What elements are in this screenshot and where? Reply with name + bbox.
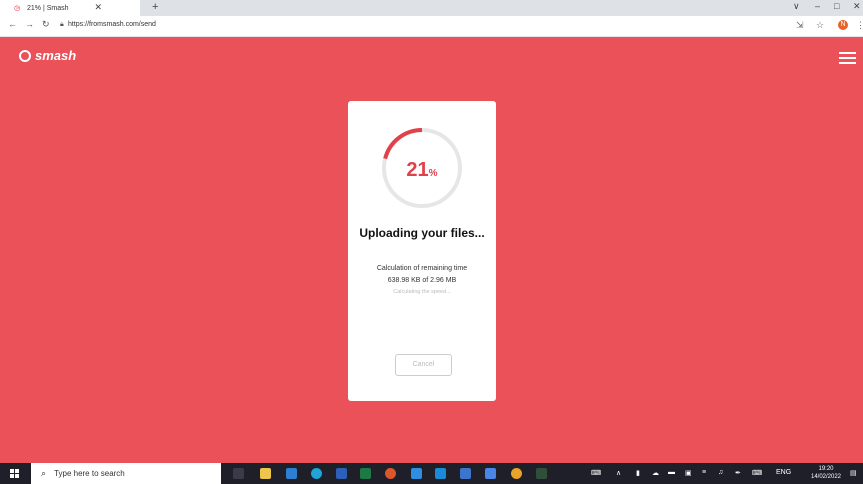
upload-title: Uploading your files... bbox=[348, 227, 496, 240]
notifications-icon[interactable]: ▤ bbox=[850, 469, 857, 477]
keyboard-icon[interactable]: ⌨ bbox=[591, 469, 601, 477]
smash-app: smash 21% Uploading your files... Calcul… bbox=[0, 37, 863, 463]
browser-menu-icon[interactable]: ⋮ bbox=[856, 20, 863, 31]
powerpoint-icon[interactable] bbox=[385, 468, 396, 479]
excel-icon[interactable] bbox=[360, 468, 371, 479]
window-close-icon[interactable]: ✕ bbox=[853, 1, 861, 12]
zoom-icon[interactable] bbox=[485, 468, 496, 479]
windows-taskbar: ⌕ Type here to search ⌨ ∧ ▮ ☁ ▬ ▣ ≡ ♫ ✒ … bbox=[0, 463, 863, 484]
tab-title: 21% | Smash bbox=[27, 4, 69, 12]
touch-keyboard-icon[interactable]: ⌨ bbox=[752, 469, 762, 477]
file-explorer-icon[interactable] bbox=[260, 468, 271, 479]
tab-search-chevron-icon[interactable]: ∨ bbox=[793, 1, 800, 12]
clock-date: 14/02/2022 bbox=[810, 474, 842, 480]
chrome-icon[interactable] bbox=[511, 468, 522, 479]
display-icon[interactable]: ▣ bbox=[685, 469, 692, 477]
task-view-icon[interactable] bbox=[233, 468, 244, 479]
logo-text: smash bbox=[35, 48, 77, 63]
cloud-icon[interactable]: ☁ bbox=[652, 469, 659, 477]
minimize-icon[interactable]: – bbox=[815, 1, 820, 11]
address-bar: ← → ↻ 🔒︎ https://fromsmash.com/send ⇲ ☆ … bbox=[0, 16, 863, 37]
share-icon[interactable]: ⇲ bbox=[796, 20, 804, 31]
browser-tab[interactable]: ⧁ 21% | Smash ✕ bbox=[0, 0, 140, 16]
forward-icon[interactable]: → bbox=[25, 19, 34, 29]
remaining-time-label: Calculation of remaining time bbox=[376, 265, 468, 272]
network-icon[interactable]: ≡ bbox=[702, 469, 706, 476]
smash-favicon-icon: ⧁ bbox=[14, 3, 21, 13]
calculator-icon[interactable] bbox=[460, 468, 471, 479]
search-icon: ⌕ bbox=[41, 468, 47, 478]
upload-card: 21% Uploading your files... Calculation … bbox=[348, 101, 496, 401]
language-indicator[interactable]: ENG bbox=[776, 469, 791, 476]
volume-icon[interactable]: ♫ bbox=[718, 469, 723, 476]
close-tab-icon[interactable]: ✕ bbox=[94, 2, 102, 13]
tray-chevron-up-icon[interactable]: ∧ bbox=[616, 469, 621, 477]
lock-icon: 🔒︎ bbox=[60, 21, 64, 28]
clock-time: 19:20 bbox=[818, 466, 834, 472]
speed-status: Calculating the speed... bbox=[393, 289, 451, 295]
pen-icon[interactable]: ✒ bbox=[735, 469, 741, 477]
reload-icon[interactable]: ↻ bbox=[42, 19, 50, 30]
size-progress: 638.98 KB of 2.96 MB bbox=[387, 277, 457, 284]
profile-avatar[interactable]: N bbox=[838, 20, 848, 30]
store-icon[interactable] bbox=[435, 468, 446, 479]
url-field[interactable]: https://fromsmash.com/send bbox=[68, 21, 156, 28]
app-icon[interactable] bbox=[536, 468, 547, 479]
onedrive-icon[interactable] bbox=[411, 468, 422, 479]
bookmark-star-icon[interactable]: ☆ bbox=[816, 20, 824, 31]
progress-percent: 21% bbox=[348, 159, 496, 182]
progress-percent-value: 21 bbox=[406, 159, 429, 181]
restore-icon[interactable]: □ bbox=[834, 1, 839, 11]
taskbar-search[interactable]: ⌕ Type here to search bbox=[31, 463, 221, 484]
smash-logo[interactable]: smash bbox=[19, 48, 76, 63]
progress-percent-symbol: % bbox=[428, 168, 438, 179]
taskbar-search-placeholder: Type here to search bbox=[54, 469, 125, 478]
hamburger-menu-icon[interactable] bbox=[839, 52, 856, 67]
taskbar-clock[interactable]: 19:20 14/02/2022 bbox=[808, 465, 844, 481]
teams-icon[interactable] bbox=[286, 468, 297, 479]
windows-start-icon[interactable] bbox=[10, 469, 19, 478]
new-tab-icon[interactable]: + bbox=[152, 1, 158, 13]
browser-tab-bar: ⧁ 21% | Smash ✕ + ∨ – □ ✕ bbox=[0, 0, 863, 16]
tray-app-icon[interactable]: ▮ bbox=[636, 469, 640, 477]
smash-logo-icon bbox=[19, 49, 31, 62]
word-icon[interactable] bbox=[336, 468, 347, 479]
upload-title-text: Uploading your files... bbox=[359, 226, 485, 240]
battery-icon[interactable]: ▬ bbox=[668, 469, 675, 476]
edge-icon[interactable] bbox=[311, 468, 322, 479]
cancel-button[interactable]: Cancel bbox=[395, 354, 452, 376]
back-icon[interactable]: ← bbox=[8, 19, 17, 29]
